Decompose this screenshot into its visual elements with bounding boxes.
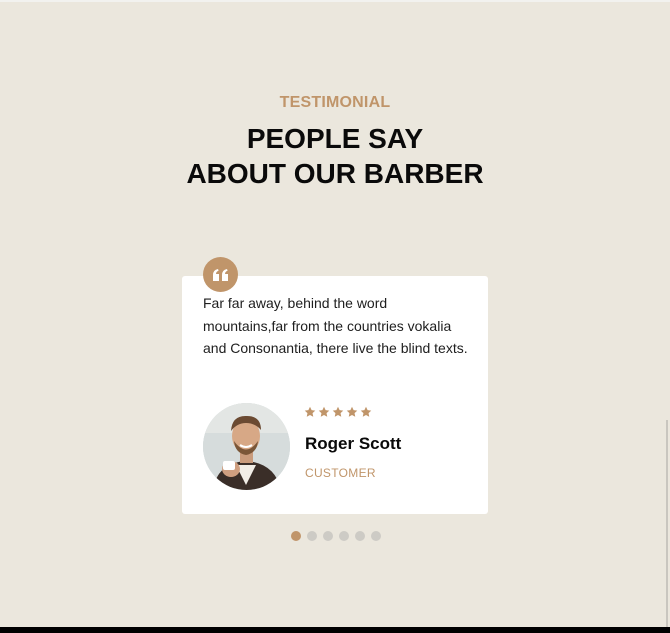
star-icon [332,406,344,417]
quote-icon [203,257,238,292]
section-title: PEOPLE SAY ABOUT OUR BARBER [0,121,670,191]
carousel-dot-5[interactable] [355,531,365,541]
carousel-dot-1[interactable] [291,531,301,541]
rating-stars [304,406,372,418]
carousel-pagination [291,531,381,541]
testimonial-quote: Far far away, behind the word mountains,… [203,295,468,356]
section-title-line2: ABOUT OUR BARBER [186,158,484,189]
top-edge [0,0,670,2]
star-icon [346,406,358,417]
section-eyebrow: TESTIMONIAL [279,94,391,111]
section-title-line1: PEOPLE SAY [246,123,424,154]
author-role: CUSTOMER [305,466,376,480]
star-icon [304,406,316,417]
author-name: Roger Scott [305,434,402,453]
person-portrait-icon [203,403,290,490]
carousel-dot-3[interactable] [323,531,333,541]
star-icon [318,406,330,417]
carousel-dot-6[interactable] [371,531,381,541]
scrollbar[interactable] [666,420,668,627]
testimonial-section: TESTIMONIAL PEOPLE SAY ABOUT OUR BARBER … [0,0,670,627]
carousel-dot-4[interactable] [339,531,349,541]
carousel-dot-2[interactable] [307,531,317,541]
star-icon [360,406,372,417]
